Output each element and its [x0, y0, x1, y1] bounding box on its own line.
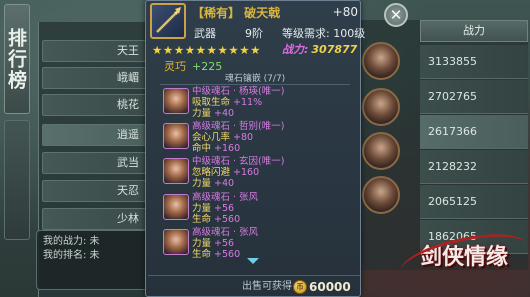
item-name: 【稀有】 破天戟 — [192, 6, 281, 20]
power-value-row[interactable]: 3133855 — [420, 45, 528, 79]
soulstone-stat-1: 力量 +56 — [192, 203, 234, 214]
close-button[interactable]: ✕ — [384, 3, 408, 27]
soulstone-name: 高级魂石 · 张风 — [192, 227, 259, 238]
logo-swirl-decoration — [397, 225, 530, 291]
player-avatar[interactable] — [362, 176, 400, 214]
ranking-row-wudang[interactable]: 武当 — [42, 152, 152, 174]
soulstone-stat-2: 生命 +560 — [192, 214, 240, 225]
power-value-row[interactable]: 2128232 — [420, 150, 528, 184]
item-level-requirement: 等级需求: 100级 — [282, 27, 366, 40]
stat-value: +56 — [214, 238, 235, 249]
stat-value: +56 — [214, 203, 235, 214]
ranking-row-xiaoyao[interactable]: 逍遥 — [42, 124, 152, 146]
soulstone-name: 中级魂石 · 杨瑛(唯一) — [192, 86, 285, 97]
ranking-row-emei[interactable]: 峨嵋 — [42, 67, 152, 89]
ranking-title: 排行榜 — [4, 4, 30, 114]
stat-key: 会心几率 — [192, 132, 231, 143]
stat-key: 吸取生命 — [192, 97, 231, 108]
soulstone-section-title: 魂石镶嵌 (7/7) — [160, 73, 350, 85]
soulstone-portrait-icon — [163, 88, 189, 114]
stat-value: +160 — [214, 143, 241, 154]
item-enhance-level: +80 — [332, 5, 358, 19]
power-column-header: 战力 — [420, 20, 528, 42]
stat-value: +40 — [214, 108, 235, 119]
spear-glyph-icon — [156, 7, 181, 33]
ranking-row-taohua[interactable]: 桃花 — [42, 94, 152, 116]
stat-key: 力量 — [192, 108, 212, 119]
my-ranking-box: 我的战力: 未 我的排名: 未 — [36, 230, 156, 290]
sell-value: 60000 — [309, 280, 351, 294]
game-logo: 剑侠情缘 — [397, 222, 530, 292]
stat-value: +560 — [214, 249, 241, 260]
item-type: 武器 — [194, 27, 216, 40]
soulstone-stat-2: 力量 +40 — [192, 108, 234, 119]
soulstone-portrait-icon — [163, 229, 189, 255]
stat-key: 命中 — [192, 143, 212, 154]
soulstone-portrait-icon — [163, 158, 189, 184]
ranking-row-tianwang[interactable]: 天王 — [42, 40, 152, 62]
item-star-rating: ★★★★★★★★★★ — [152, 43, 262, 57]
stat-key: 生命 — [192, 249, 212, 260]
ranking-row-shaolin[interactable]: 少林 — [42, 208, 152, 230]
my-power-text: 我的战力: 未 — [43, 236, 100, 247]
item-power-value: 307877 — [311, 43, 358, 56]
item-bonus-stat: 灵巧 +225 — [164, 60, 222, 74]
soulstone-name: 中级魂石 · 玄因(唯一) — [192, 156, 285, 167]
stat-value: +40 — [214, 178, 235, 189]
soulstone-stat-2: 生命 +560 — [192, 249, 240, 260]
stat-key: 力量 — [192, 178, 212, 189]
ranking-row-tianren[interactable]: 天忍 — [42, 180, 152, 202]
soulstone-name: 高级魂石 · 张风 — [192, 192, 259, 203]
stat-value: +11% — [233, 97, 263, 108]
item-grade: 9阶 — [245, 27, 263, 40]
soulstone-stat-1: 力量 +56 — [192, 238, 234, 249]
stat-key: 生命 — [192, 214, 212, 225]
soulstone-portrait-icon — [163, 194, 189, 220]
soulstone-stat-1: 忽略闪避 +160 — [192, 167, 259, 178]
item-power: 战力: 307877 — [282, 43, 357, 57]
item-power-label: 战力: — [282, 43, 309, 56]
player-avatar[interactable] — [362, 88, 400, 126]
power-value-row[interactable]: 2617366 — [420, 115, 528, 149]
soulstone-stat-1: 会心几率 +80 — [192, 132, 253, 143]
soulstone-name: 高级魂石 · 哲别(唯一) — [192, 121, 285, 132]
spear-icon — [150, 3, 186, 39]
soulstone-portrait-icon — [163, 123, 189, 149]
power-value-row[interactable]: 2702765 — [420, 80, 528, 114]
stat-key: 力量 — [192, 203, 212, 214]
stat-key: 忽略闪避 — [192, 167, 231, 178]
player-avatar[interactable] — [362, 132, 400, 170]
coin-icon: 币 — [293, 280, 307, 294]
stat-value: +80 — [233, 132, 254, 143]
stat-value: +160 — [233, 167, 260, 178]
stat-key: 力量 — [192, 238, 212, 249]
soulstone-stat-2: 命中 +160 — [192, 143, 240, 154]
power-value-row[interactable]: 2065125 — [420, 185, 528, 219]
sell-label: 出售可获得 — [242, 281, 292, 292]
stat-value: +560 — [214, 214, 241, 225]
left-tab-panel — [4, 120, 30, 240]
bonus-stat-name: 灵巧 — [164, 60, 186, 73]
my-rank-text: 我的排名: 未 — [43, 250, 100, 261]
scroll-down-icon[interactable] — [247, 258, 259, 264]
soulstone-stat-2: 力量 +40 — [192, 178, 234, 189]
soulstone-stat-1: 吸取生命 +11% — [192, 97, 262, 108]
player-avatar[interactable] — [362, 42, 400, 80]
bonus-stat-value: +225 — [192, 60, 223, 73]
